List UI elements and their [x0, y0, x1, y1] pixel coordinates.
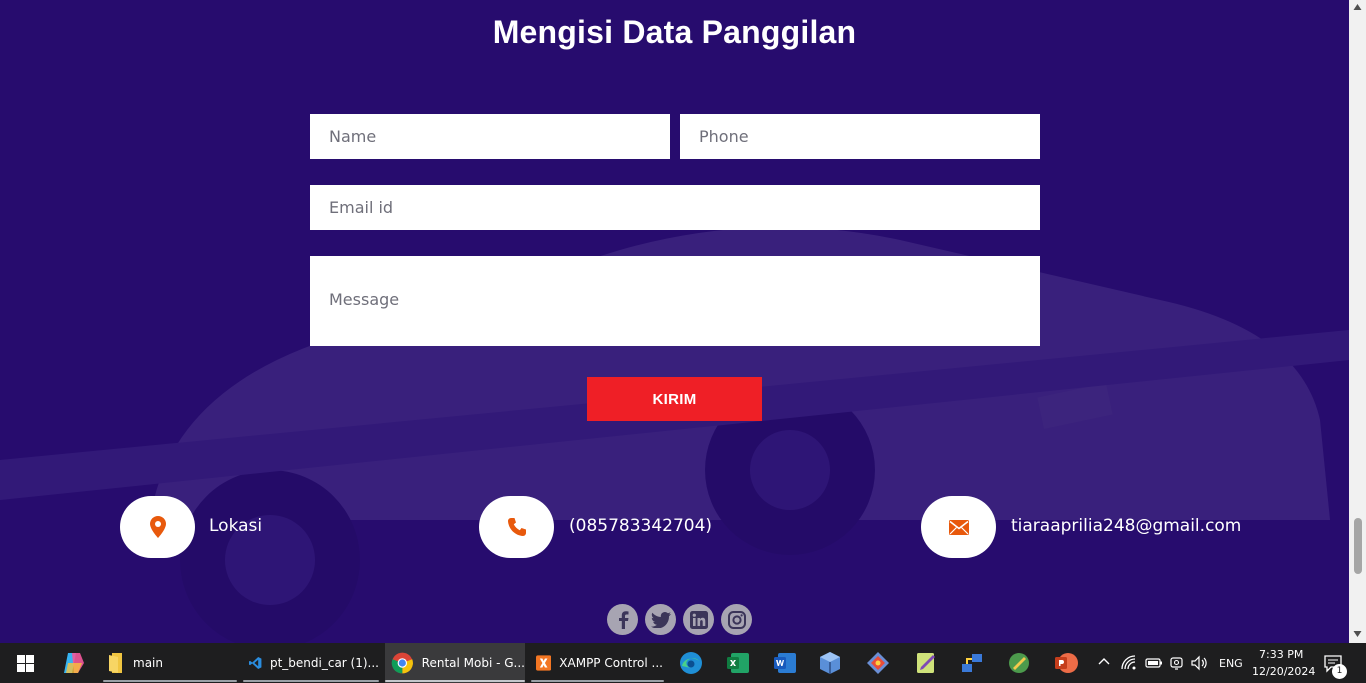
excel-icon[interactable]: [726, 651, 750, 675]
submit-button[interactable]: KIRIM: [587, 377, 762, 421]
phone-icon: [507, 518, 526, 536]
taskbar-app-label: XAMPP Control ...: [559, 656, 663, 670]
active-indicator: [530, 680, 664, 682]
chevron-up-icon[interactable]: [1097, 655, 1111, 669]
start-button[interactable]: [8, 643, 42, 683]
twitter-link[interactable]: [645, 604, 676, 635]
phone-badge: [479, 496, 554, 558]
copilot-icon: [64, 653, 84, 673]
scroll-up-arrow-icon[interactable]: [1353, 3, 1362, 11]
email-badge: [921, 496, 996, 558]
vertical-scrollbar[interactable]: [1349, 0, 1366, 643]
message-textarea[interactable]: [310, 256, 1040, 346]
facebook-link[interactable]: [607, 604, 638, 635]
scroll-down-arrow-icon[interactable]: [1353, 630, 1362, 638]
linkedin-icon: [689, 610, 708, 629]
chrome-icon: [391, 652, 413, 674]
phone-input[interactable]: [680, 114, 1040, 159]
email-text[interactable]: tiaraaprilia248@gmail.com: [1011, 516, 1241, 536]
envelope-icon: [948, 519, 969, 535]
taskbar-app-label: main: [133, 656, 163, 670]
linkedin-link[interactable]: [683, 604, 714, 635]
taskbar-app-xampp[interactable]: XAMPP Control ...: [530, 643, 664, 683]
taskbar-app-main[interactable]: main: [103, 643, 237, 683]
facebook-icon: [618, 610, 628, 629]
taskbar-app-vscode[interactable]: pt_bendi_car (1)...: [243, 643, 379, 683]
location-badge: [120, 496, 195, 558]
word-icon[interactable]: [773, 651, 797, 675]
language-indicator[interactable]: ENG: [1219, 657, 1243, 670]
network-tool-icon[interactable]: [960, 651, 984, 675]
wifi-icon[interactable]: [1121, 655, 1137, 671]
windows-logo-icon: [16, 654, 34, 672]
folder-icon: [109, 653, 122, 673]
location-pin-icon: [149, 516, 166, 538]
page-viewport: Mengisi Data Panggilan KIRIM Lokasi (085…: [0, 0, 1349, 643]
email-input[interactable]: [310, 185, 1040, 230]
clock-date[interactable]: 12/20/2024: [1252, 665, 1315, 678]
vscode-icon: [249, 657, 262, 669]
virtualbox-icon[interactable]: [818, 651, 842, 675]
active-indicator: [243, 680, 379, 682]
twitter-icon: [650, 611, 671, 628]
name-input[interactable]: [310, 114, 670, 159]
xampp-icon: [536, 655, 552, 671]
location-text: Lokasi: [209, 516, 263, 536]
battery-icon[interactable]: [1145, 656, 1163, 670]
scroll-thumb[interactable]: [1354, 518, 1362, 574]
powerpoint-icon[interactable]: [1054, 651, 1078, 675]
edge-icon[interactable]: [679, 651, 703, 675]
active-indicator: [103, 680, 237, 682]
notepad-plus-icon[interactable]: [914, 651, 938, 675]
instagram-icon: [727, 610, 746, 629]
active-indicator: [385, 680, 525, 682]
app-tool-icon[interactable]: [1007, 651, 1031, 675]
notification-badge: 1: [1332, 664, 1347, 679]
copilot-button[interactable]: [58, 643, 90, 683]
volume-icon[interactable]: [1191, 655, 1208, 671]
taskbar-app-label: pt_bendi_car (1)...: [269, 656, 379, 670]
taskbar-app-label: Rental Mobi - G...: [421, 656, 525, 670]
camera-privacy-icon[interactable]: [1169, 655, 1185, 671]
phone-text: (085783342704): [569, 516, 713, 536]
section-heading: Mengisi Data Panggilan: [492, 14, 857, 50]
git-tool-icon[interactable]: [866, 651, 890, 675]
clock-time[interactable]: 7:33 PM: [1259, 648, 1303, 661]
instagram-link[interactable]: [721, 604, 752, 635]
taskbar-app-chrome[interactable]: Rental Mobi - G...: [385, 643, 525, 683]
windows-taskbar: main pt_bendi_car (1)... Rental Mobi - G…: [0, 643, 1366, 683]
